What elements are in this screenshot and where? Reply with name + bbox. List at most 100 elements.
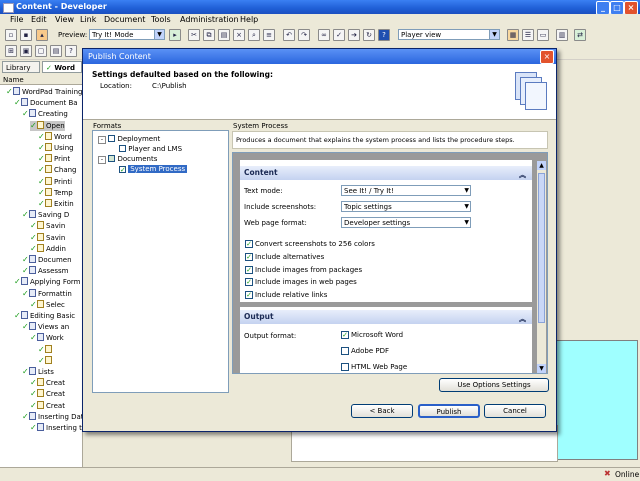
format-system-process[interactable]: ✓ System Process	[119, 165, 188, 174]
close-button[interactable]: ×	[624, 1, 638, 15]
section-icon[interactable]: ▢	[35, 45, 47, 57]
include-images-web-checkbox[interactable]: ✓	[245, 278, 253, 286]
publish-icon[interactable]: ▴	[36, 29, 48, 41]
delete-icon[interactable]: ×	[233, 29, 245, 41]
tree-item[interactable]: ✓ Printi	[38, 176, 72, 187]
tree-item[interactable]: ✓ Addin	[30, 243, 66, 254]
tree-item[interactable]: ✓ Formattin	[22, 288, 72, 299]
menu-administration[interactable]: Administration	[180, 15, 239, 24]
deployment-checkbox[interactable]	[108, 135, 116, 142]
save-icon[interactable]: ▪	[20, 29, 32, 41]
module-icon[interactable]: ▣	[20, 45, 32, 57]
minimize-button[interactable]: _	[596, 1, 610, 15]
system-process-checkbox[interactable]: ✓	[119, 166, 126, 174]
menu-file[interactable]: File	[10, 15, 23, 24]
publish-button[interactable]: Publish	[418, 404, 480, 418]
tree-item[interactable]: ✓	[38, 355, 54, 366]
convert-screenshots-checkbox[interactable]: ✓	[245, 240, 253, 248]
scrollbar-thumb[interactable]	[538, 173, 545, 323]
tree-item[interactable]: ✓ Editing Basic	[14, 311, 75, 321]
outline-icon[interactable]: ⊞	[5, 45, 17, 57]
view-list-icon[interactable]: ☰	[522, 29, 534, 41]
new-icon[interactable]: ▫	[5, 29, 17, 41]
tree-item[interactable]: ✓ Creat	[30, 400, 65, 411]
include-images-packages-checkbox[interactable]: ✓	[245, 266, 253, 274]
check-in-icon[interactable]: ✓	[333, 29, 345, 41]
back-button[interactable]: < Back	[351, 404, 413, 418]
cancel-button[interactable]: Cancel	[484, 404, 546, 418]
text-mode-dropdown[interactable]: See It! / Try It! ▼	[341, 185, 471, 196]
tree-item[interactable]: ✓ Using	[38, 143, 74, 153]
link-icon[interactable]: ∞	[318, 29, 330, 41]
find-icon[interactable]: ⌕	[248, 29, 260, 41]
paste-icon[interactable]: ▤	[218, 29, 230, 41]
undo-icon[interactable]: ↶	[283, 29, 295, 41]
menu-edit[interactable]: Edit	[31, 15, 47, 24]
tree-item[interactable]: ✓ Creat	[30, 378, 65, 388]
web-page-format-dropdown[interactable]: Developer settings ▼	[341, 217, 471, 228]
tree-item[interactable]: ✓ Savin	[30, 221, 65, 231]
tree-item[interactable]: ✓ Document Ba	[14, 98, 78, 108]
layout-icon[interactable]: ▥	[556, 29, 568, 41]
topic-icon[interactable]: ▤	[50, 45, 62, 57]
format-deployment[interactable]: - Deployment	[98, 135, 160, 144]
tab-library[interactable]: Library	[2, 61, 40, 73]
tree-item[interactable]: ✓ Documen	[22, 255, 72, 265]
dialog-close-button[interactable]: ×	[540, 50, 554, 64]
view-outline-icon[interactable]: ▭	[537, 29, 549, 41]
view-details-icon[interactable]: ▦	[507, 29, 519, 41]
include-alternatives-checkbox[interactable]: ✓	[245, 253, 253, 261]
sync-icon[interactable]: ⇄	[574, 29, 586, 41]
microsoft-word-checkbox[interactable]: ✓	[341, 331, 349, 339]
html-web-page-checkbox[interactable]	[341, 363, 349, 371]
include-screenshots-dropdown[interactable]: Topic settings ▼	[341, 201, 471, 212]
format-player-lms[interactable]: Player and LMS	[119, 145, 182, 153]
play-icon[interactable]: ▸	[169, 29, 181, 41]
settings-scrollbar[interactable]: ▲ ▼	[537, 161, 546, 373]
tree-item[interactable]: ✓ Exitin	[38, 199, 74, 209]
tree-item[interactable]: ✓ Lists	[22, 367, 54, 377]
arrow-icon[interactable]: ➔	[348, 29, 360, 41]
tree-item[interactable]: ✓	[38, 344, 54, 355]
question-icon[interactable]: ?	[65, 45, 77, 57]
tree-item[interactable]: ✓ Temp	[38, 187, 73, 198]
player-view-combo[interactable]: Player view ▼	[398, 29, 500, 40]
preview-mode-combo[interactable]: Try It! Mode ▼	[89, 29, 165, 40]
tree-item[interactable]: ✓ Print	[38, 154, 70, 164]
refresh-icon[interactable]: ↻	[363, 29, 375, 41]
content-section-header[interactable]: Content ︽	[240, 166, 532, 180]
output-section-header[interactable]: Output ︽	[240, 310, 532, 324]
menu-help[interactable]: Help	[240, 15, 258, 24]
documents-checkbox[interactable]	[108, 155, 116, 162]
tree-item[interactable]: ✓ Open	[30, 120, 65, 131]
menu-document[interactable]: Document	[104, 15, 145, 24]
tab-word[interactable]: ✓ Word	[42, 61, 82, 73]
tree-item[interactable]: ✓ Inserting Dates and Objects	[22, 411, 82, 422]
tree-item[interactable]: ✓ Creating	[22, 109, 68, 119]
tree-item[interactable]: ✓ Chang	[38, 165, 77, 175]
collapse-icon[interactable]: ︽	[519, 312, 526, 326]
tree-item[interactable]: ✓ Selec	[30, 299, 65, 310]
player-lms-checkbox[interactable]	[119, 145, 126, 152]
tree-item[interactable]: ✓ Savin	[30, 232, 65, 243]
tree-item[interactable]: ✓ Word	[38, 131, 72, 142]
copy-icon[interactable]: ⧉	[203, 29, 215, 41]
help-icon[interactable]: ?	[378, 29, 390, 41]
format-documents[interactable]: - Documents	[98, 155, 157, 164]
redo-icon[interactable]: ↷	[298, 29, 310, 41]
menu-view[interactable]: View	[55, 15, 74, 24]
properties-icon[interactable]: ≡	[263, 29, 275, 41]
tree-item[interactable]: ✓ Saving D	[22, 210, 69, 220]
tree-item[interactable]: ✓ Assessm	[22, 266, 69, 276]
scroll-up-icon[interactable]: ▲	[537, 161, 546, 170]
tree-item[interactable]: ✓ Views an	[22, 322, 69, 332]
menu-link[interactable]: Link	[80, 15, 96, 24]
tree-item[interactable]: ✓ Applying Form	[14, 277, 80, 287]
tree-item[interactable]: ✓ WordPad Training	[6, 87, 82, 97]
use-options-settings-button[interactable]: Use Options Settings	[439, 378, 549, 392]
collapse-icon[interactable]: ︽	[519, 168, 526, 182]
tree-item[interactable]: ✓ Work	[30, 333, 64, 343]
include-relative-links-checkbox[interactable]: ✓	[245, 291, 253, 299]
scroll-down-icon[interactable]: ▼	[537, 364, 546, 373]
cut-icon[interactable]: ✂	[188, 29, 200, 41]
